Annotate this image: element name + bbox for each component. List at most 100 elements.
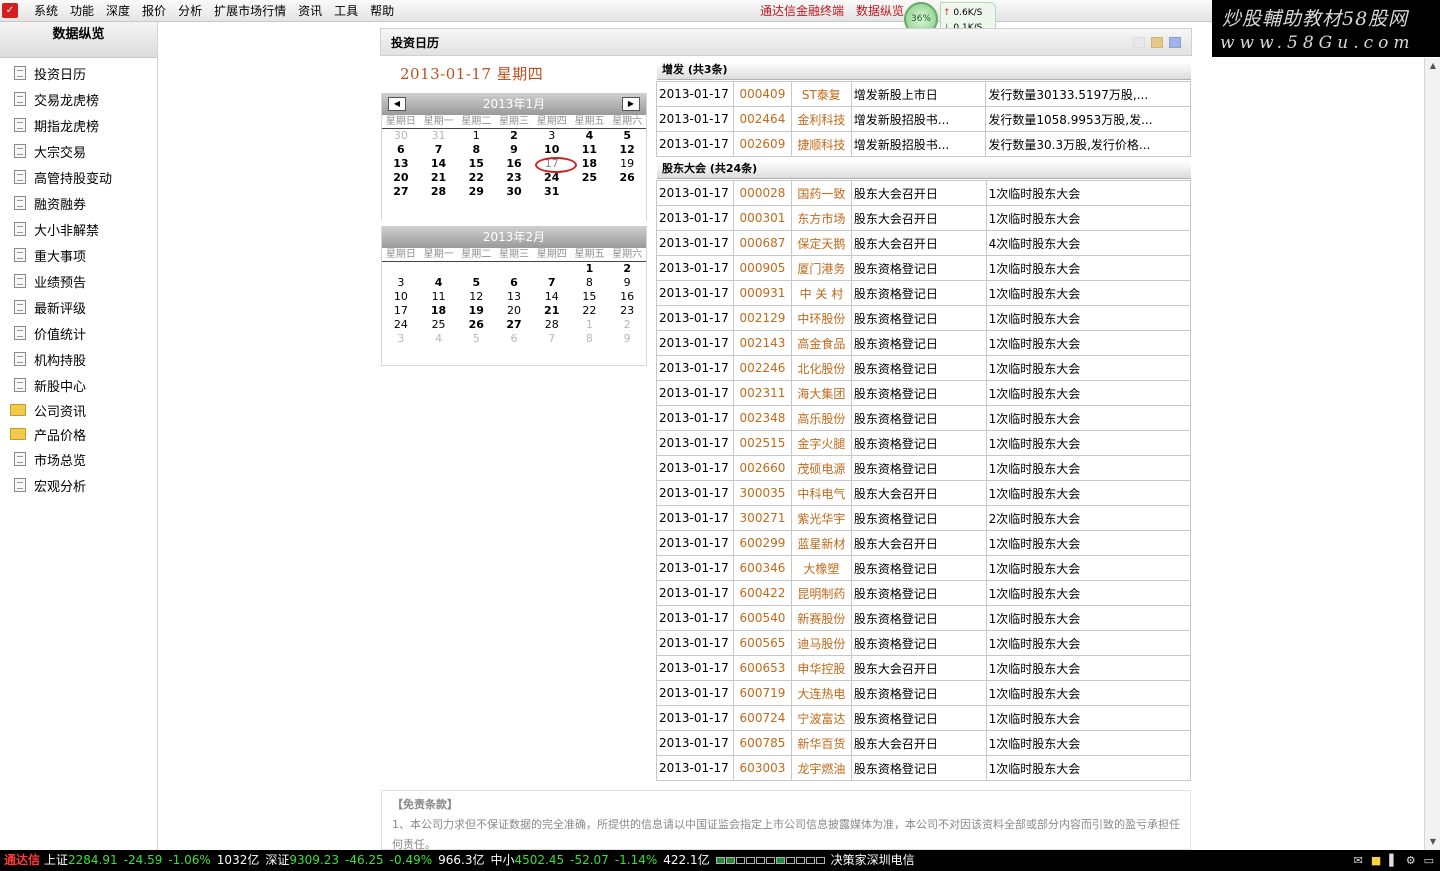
sidebar-item[interactable]: 高管持股变动: [0, 164, 157, 190]
calendar-day[interactable]: 25: [420, 318, 458, 332]
calendar-day[interactable]: 8: [571, 276, 609, 290]
calendar-day[interactable]: 25: [571, 171, 609, 185]
calendar-day[interactable]: 9: [608, 332, 646, 346]
calendar-day[interactable]: 11: [571, 143, 609, 157]
stock-name-cell[interactable]: 紫光华宇: [790, 505, 852, 531]
stock-code-cell[interactable]: 600653: [732, 655, 792, 681]
table-row[interactable]: 2013-01-17 600540 新赛股份 股东资格登记日 1次临时股东大会: [656, 605, 1192, 631]
calendar-day[interactable]: 21: [420, 171, 458, 185]
settings-icon[interactable]: ⚙: [1406, 850, 1416, 871]
stock-code-cell[interactable]: 300271: [732, 505, 792, 531]
table-row[interactable]: 2013-01-17 600299 蓝星新材 股东大会召开日 1次临时股东大会: [656, 530, 1192, 556]
stock-name-cell[interactable]: 龙宇燃油: [790, 755, 852, 781]
stock-code-cell[interactable]: 000687: [732, 230, 792, 256]
calendar-day[interactable]: 11: [420, 290, 458, 304]
calendar-day[interactable]: 6: [382, 143, 420, 157]
table-row[interactable]: 2013-01-17 600346 大橡塑 股东资格登记日 1次临时股东大会: [656, 555, 1192, 581]
stock-name-cell[interactable]: 海大集团: [790, 380, 852, 406]
menu-item[interactable]: 系统: [28, 3, 64, 19]
calendar-day[interactable]: 19: [457, 304, 495, 318]
calendar-day[interactable]: 8: [571, 332, 609, 346]
table-row[interactable]: 2013-01-17 600719 大连热电 股东资格登记日 1次临时股东大会: [656, 680, 1192, 706]
stock-code-cell[interactable]: 300035: [732, 480, 792, 506]
table-row[interactable]: 2013-01-17 600653 申华控股 股东大会召开日 1次临时股东大会: [656, 655, 1192, 681]
calendar-day[interactable]: 20: [495, 304, 533, 318]
stock-name-cell[interactable]: 蓝星新材: [790, 530, 852, 556]
stock-code-cell[interactable]: 600346: [732, 555, 792, 581]
sidebar-item[interactable]: 新股中心: [0, 372, 157, 398]
stock-code-cell[interactable]: 600299: [732, 530, 792, 556]
menu-item[interactable]: 工具: [328, 3, 364, 19]
sidebar-item[interactable]: 机构持股: [0, 346, 157, 372]
stock-code-cell[interactable]: 002129: [732, 305, 792, 331]
calendar-day[interactable]: 15: [457, 157, 495, 171]
sidebar-folder[interactable]: 产品价格: [0, 422, 157, 446]
table-row[interactable]: 2013-01-17 300035 中科电气 股东大会召开日 1次临时股东大会: [656, 480, 1192, 506]
menu-item[interactable]: 帮助: [364, 3, 400, 19]
stock-code-cell[interactable]: 603003: [732, 755, 792, 781]
monitor-icon[interactable]: ▭: [1424, 850, 1434, 871]
calendar-day[interactable]: 12: [457, 290, 495, 304]
calendar-day[interactable]: 22: [457, 171, 495, 185]
stock-name-cell[interactable]: 中 关 村: [790, 280, 852, 306]
signal-icon[interactable]: ▌: [1389, 850, 1397, 871]
calendar-day[interactable]: 5: [608, 129, 646, 143]
table-row[interactable]: 2013-01-17 000931 中 关 村股东资格登记日 1次临时股东大会: [656, 280, 1192, 306]
alert-icon[interactable]: ■: [1371, 850, 1381, 871]
menu-item[interactable]: 分析: [172, 3, 208, 19]
stock-name-cell[interactable]: 捷顺科技: [790, 131, 852, 157]
table-row[interactable]: 2013-01-17 002660 茂硕电源 股东资格登记日 1次临时股东大会: [656, 455, 1192, 481]
stock-name-cell[interactable]: 昆明制药: [790, 580, 852, 606]
stock-code-cell[interactable]: 000931: [732, 280, 792, 306]
calendar-day[interactable]: 30: [382, 129, 420, 143]
calendar-day[interactable]: 3: [382, 276, 420, 290]
stock-name-cell[interactable]: 大橡塑: [790, 555, 852, 581]
stock-code-cell[interactable]: 002348: [732, 405, 792, 431]
sidebar-item[interactable]: 大宗交易: [0, 138, 157, 164]
calendar-day[interactable]: 4: [420, 276, 458, 290]
table-row[interactable]: 2013-01-17 000028 国药一致 股东大会召开日 1次临时股东大会: [656, 180, 1192, 206]
vertical-scrollbar[interactable]: ▲ ▼: [1424, 58, 1440, 850]
skin-gray-button[interactable]: [1133, 37, 1145, 48]
calendar-day[interactable]: 7: [420, 143, 458, 157]
table-row[interactable]: 2013-01-17 002348 高乐股份 股东资格登记日 1次临时股东大会: [656, 405, 1192, 431]
sidebar-item[interactable]: 价值统计: [0, 320, 157, 346]
sidebar-item[interactable]: 大小非解禁: [0, 216, 157, 242]
table-row[interactable]: 2013-01-17 002609 捷顺科技 增发新股招股书... 发行数量30.3万股…: [656, 131, 1191, 157]
mail-icon[interactable]: ✉: [1354, 850, 1363, 871]
table-row[interactable]: 2013-01-17 002311 海大集团 股东资格登记日 1次临时股东大会: [656, 380, 1192, 406]
stock-name-cell[interactable]: 新华百货: [790, 730, 852, 756]
calendar-day[interactable]: 31: [420, 129, 458, 143]
calendar-day[interactable]: 6: [495, 276, 533, 290]
menu-item[interactable]: 扩展市场行情: [208, 3, 292, 19]
calendar-day[interactable]: 4: [571, 129, 609, 143]
calendar-day[interactable]: 7: [533, 276, 571, 290]
calendar-day[interactable]: 7: [533, 332, 571, 346]
stock-code-cell[interactable]: 600785: [732, 730, 792, 756]
sidebar-item[interactable]: 投资日历: [0, 60, 157, 86]
calendar-day[interactable]: 27: [382, 185, 420, 199]
table-row[interactable]: 2013-01-17 600785 新华百货 股东大会召开日 1次临时股东大会: [656, 730, 1192, 756]
calendar-day[interactable]: 1: [571, 262, 609, 276]
stock-code-cell[interactable]: 002143: [732, 330, 792, 356]
stock-name-cell[interactable]: 茂硕电源: [790, 455, 852, 481]
calendar-day[interactable]: 23: [608, 304, 646, 318]
calendar-day[interactable]: 3: [382, 332, 420, 346]
table-row[interactable]: 2013-01-17 000687 保定天鹅 股东大会召开日 4次临时股东大会: [656, 230, 1192, 256]
stock-name-cell[interactable]: 大连热电: [790, 680, 852, 706]
stock-name-cell[interactable]: 金利科技: [790, 106, 852, 132]
calendar-day[interactable]: 9: [608, 276, 646, 290]
data-overview-link[interactable]: 数据纵览: [856, 3, 904, 19]
calendar-day[interactable]: 23: [495, 171, 533, 185]
stock-name-cell[interactable]: 高乐股份: [790, 405, 852, 431]
calendar-day[interactable]: 24: [382, 318, 420, 332]
stock-name-cell[interactable]: 北化股份: [790, 355, 852, 381]
calendar-day[interactable]: 15: [571, 290, 609, 304]
skin-blue-button[interactable]: [1169, 37, 1181, 48]
stock-name-cell[interactable]: 新赛股份: [790, 605, 852, 631]
calendar-day[interactable]: 27: [495, 318, 533, 332]
calendar-day[interactable]: 12: [608, 143, 646, 157]
calendar-day[interactable]: 16: [495, 157, 533, 171]
next-month-button[interactable]: ▶: [622, 97, 640, 111]
calendar-day[interactable]: 26: [457, 318, 495, 332]
